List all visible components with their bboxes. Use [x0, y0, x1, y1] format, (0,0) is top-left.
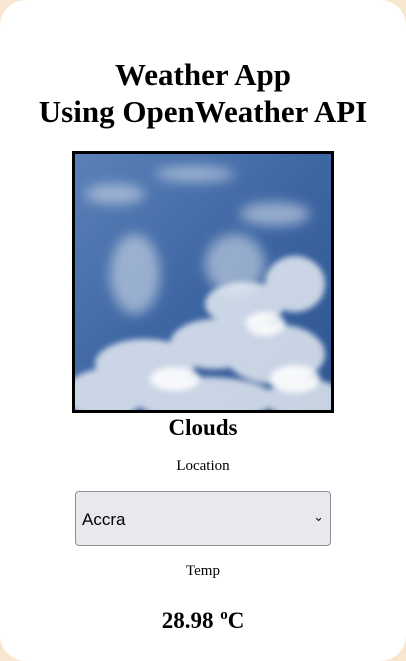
weather-condition: Clouds [168, 415, 238, 440]
temperature-number: 28.98 [161, 608, 214, 633]
cloudy-sky-image [75, 154, 331, 410]
temperature-value: 28.98 oC [0, 601, 406, 635]
location-select[interactable]: Accra ⌄ [75, 491, 331, 546]
page-title: Weather App Using OpenWeather API [0, 56, 406, 130]
temp-label: Temp [186, 563, 220, 579]
temperature-unit: C [227, 608, 245, 633]
location-selected-value: Accra [82, 510, 126, 529]
weather-image [72, 151, 334, 413]
title-line-1: Weather App [115, 57, 291, 92]
degree-symbol: o [220, 607, 228, 623]
weather-card: Weather App Using OpenWeather API Clouds… [0, 0, 406, 661]
location-label: Location [176, 458, 230, 474]
chevron-down-icon: ⌄ [313, 509, 324, 524]
title-line-2: Using OpenWeather API [38, 94, 368, 129]
